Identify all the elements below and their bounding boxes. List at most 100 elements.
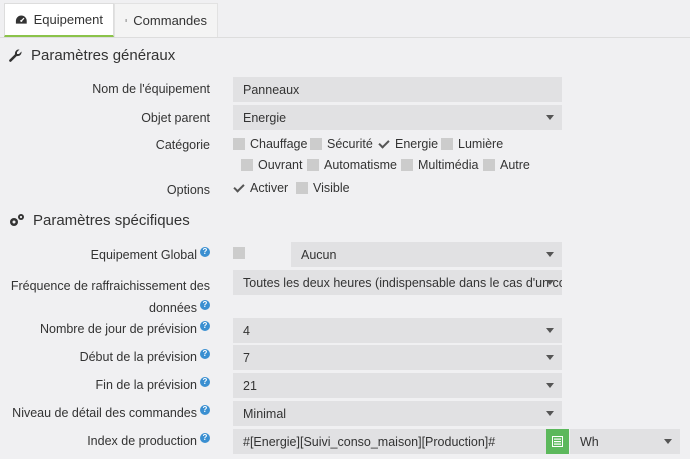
checkmark-icon	[378, 138, 390, 150]
category-label-text: Sécurité	[327, 137, 373, 151]
freq-label-line1: Fréquence de raffraichissement des	[10, 279, 210, 293]
tab-commandes[interactable]: Commandes	[114, 3, 218, 37]
chevron-down-icon	[546, 115, 554, 120]
list-alt-icon	[552, 436, 563, 447]
name-input[interactable]: Panneaux	[233, 77, 562, 102]
global-select[interactable]: Aucun	[291, 242, 562, 267]
option-label-text: Visible	[313, 181, 350, 195]
wrench-icon	[9, 49, 22, 62]
category-multimedia[interactable]: Multimédia	[401, 158, 478, 172]
unit-select[interactable]: Wh	[570, 429, 680, 454]
chevron-down-icon	[546, 252, 554, 257]
help-icon[interactable]: ?	[200, 299, 210, 310]
global-label: Equipement Global?	[91, 247, 210, 262]
end-value: 21	[243, 378, 257, 393]
detail-label-text: Niveau de détail des commandes	[12, 406, 197, 421]
tachometer-icon	[15, 14, 27, 24]
index-label: Index de production?	[87, 433, 210, 448]
help-icon[interactable]: ?	[200, 377, 210, 387]
category-securite[interactable]: Sécurité	[310, 137, 373, 151]
index-value: #[Energie][Suivi_conso_maison][Productio…	[243, 434, 496, 449]
end-select[interactable]: 21	[233, 373, 562, 398]
cogs-icon	[10, 214, 24, 226]
option-label-text: Activer	[250, 181, 289, 195]
checkbox-icon	[233, 138, 245, 150]
tab-bar: Equipement Commandes	[0, 0, 690, 38]
help-icon[interactable]: ?	[200, 349, 210, 359]
tab-equipement[interactable]: Equipement	[4, 3, 114, 37]
checkbox-icon	[401, 159, 413, 171]
category-chauffage[interactable]: Chauffage	[233, 137, 307, 151]
category-label-text: Chauffage	[250, 137, 308, 151]
category-lumiere[interactable]: Lumière	[441, 137, 503, 151]
section-title-general-text: Paramètres généraux	[31, 47, 176, 64]
category-label-text: Multimédia	[418, 158, 479, 172]
days-select[interactable]: 4	[233, 318, 562, 343]
category-label-text: Autre	[500, 158, 530, 172]
checkmark-icon	[233, 182, 245, 194]
index-label-text: Index de production	[87, 434, 197, 449]
name-value: Panneaux	[243, 82, 300, 97]
section-title-specific-text: Paramètres spécifiques	[33, 212, 190, 229]
category-label-text: Energie	[395, 137, 439, 151]
category-energie[interactable]: Energie	[378, 137, 438, 151]
checkbox-icon	[241, 159, 253, 171]
checkbox-icon	[483, 159, 495, 171]
category-label-text: Ouvrant	[258, 158, 303, 172]
checkbox-icon	[310, 138, 322, 150]
freq-select[interactable]: Toutes les deux heures (indispensable da…	[233, 270, 562, 295]
chevron-down-icon	[664, 439, 672, 444]
start-value: 7	[243, 350, 250, 365]
end-label-text: Fin de la prévision	[95, 378, 197, 393]
checkbox-icon	[441, 138, 453, 150]
help-icon[interactable]: ?	[200, 321, 210, 331]
detail-label: Niveau de détail des commandes?	[12, 405, 210, 420]
help-icon[interactable]: ?	[200, 405, 210, 415]
chevron-down-icon	[546, 383, 554, 388]
days-label: Nombre de jour de prévision?	[40, 321, 210, 336]
select-command-button[interactable]	[546, 429, 569, 454]
global-label-text: Equipement Global	[90, 248, 197, 263]
freq-value: Toutes les deux heures (indispensable da…	[243, 275, 562, 290]
checkbox-icon	[307, 159, 319, 171]
freq-label-line2: données	[149, 301, 197, 315]
parent-select[interactable]: Energie	[233, 105, 562, 130]
global-checkbox[interactable]	[233, 247, 245, 259]
start-select[interactable]: 7	[233, 345, 562, 370]
section-title-specific: Paramètres spécifiques	[8, 212, 190, 229]
index-input[interactable]: #[Energie][Suivi_conso_maison][Productio…	[233, 429, 546, 454]
parent-label: Objet parent	[141, 111, 210, 125]
chevron-down-icon	[546, 355, 554, 360]
checkbox-icon	[233, 247, 245, 259]
days-label-text: Nombre de jour de prévision	[39, 322, 197, 337]
list-icon	[125, 19, 128, 22]
global-value: Aucun	[301, 247, 337, 262]
end-label: Fin de la prévision?	[96, 377, 210, 392]
category-automatisme[interactable]: Automatisme	[307, 158, 397, 172]
chevron-down-icon	[546, 411, 554, 416]
option-activer[interactable]: Activer	[233, 181, 288, 195]
section-title-general: Paramètres généraux	[8, 47, 175, 64]
tab-commandes-label: Commandes	[133, 13, 207, 28]
checkbox-icon	[296, 182, 308, 194]
detail-value: Minimal	[243, 406, 287, 421]
start-label: Début de la prévision?	[80, 349, 210, 364]
help-icon[interactable]: ?	[200, 433, 210, 443]
unit-value: Wh	[580, 434, 599, 449]
category-label-text: Automatisme	[324, 158, 397, 172]
detail-select[interactable]: Minimal	[233, 401, 562, 426]
options-label: Options	[166, 183, 210, 197]
category-autre[interactable]: Autre	[483, 158, 530, 172]
category-ouvrant[interactable]: Ouvrant	[241, 158, 302, 172]
parent-value: Energie	[243, 110, 287, 125]
days-value: 4	[243, 323, 250, 338]
help-icon[interactable]: ?	[200, 247, 210, 257]
start-label-text: Début de la prévision	[79, 350, 197, 365]
tab-equipement-label: Equipement	[33, 12, 103, 27]
chevron-down-icon	[546, 280, 554, 285]
freq-label: Fréquence de raffraichissement des donnée…	[11, 275, 210, 319]
chevron-down-icon	[546, 328, 554, 333]
option-visible[interactable]: Visible	[296, 181, 350, 195]
category-label: Catégorie	[155, 138, 210, 152]
name-label: Nom de l'équipement	[92, 82, 210, 96]
